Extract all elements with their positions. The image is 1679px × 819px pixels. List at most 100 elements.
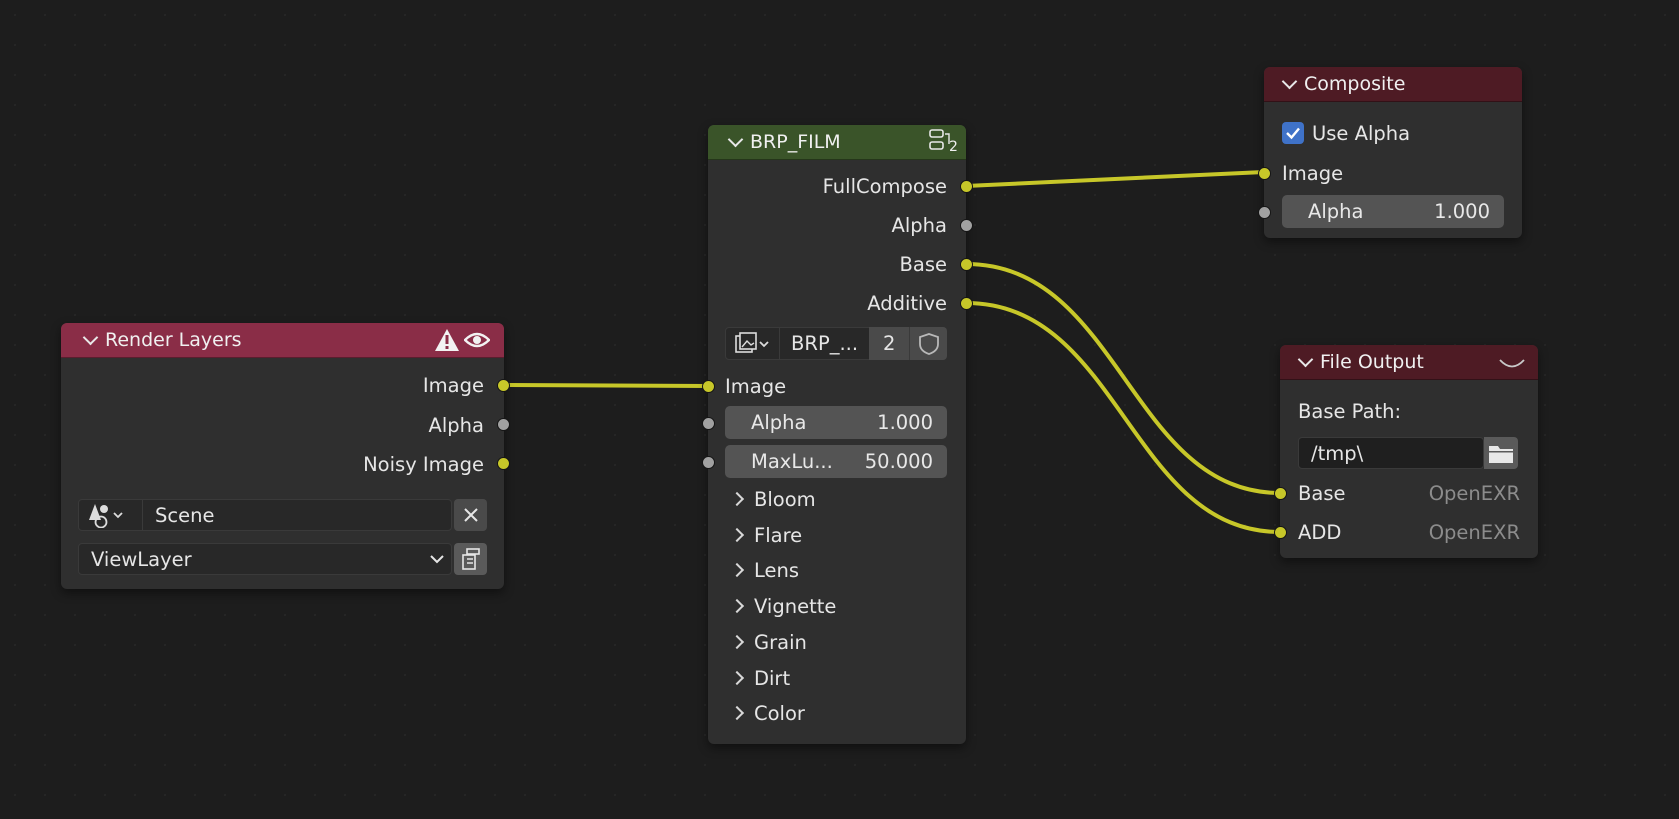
node-title: File Output xyxy=(1320,351,1424,373)
view-layer-dropdown[interactable]: ViewLayer xyxy=(78,543,452,575)
panel-bloom[interactable]: Bloom xyxy=(729,483,816,515)
node-tree-icon xyxy=(735,331,770,353)
close-icon xyxy=(463,508,478,522)
panel-vignette[interactable]: Vignette xyxy=(729,590,836,622)
file-output-node[interactable]: File Output Base Path: /tmp\ Base OpenEX… xyxy=(1274,345,1538,558)
output-fullcompose-label: FullCompose xyxy=(822,174,947,198)
browse-node-tree-button[interactable] xyxy=(725,327,780,360)
link-image-to-group xyxy=(502,383,709,388)
input-socket-alpha[interactable] xyxy=(1258,206,1271,219)
input-add-format: OpenEXR xyxy=(1428,520,1520,544)
render-layers-node[interactable]: Render Layers Image Alpha Noisy Image Sc… xyxy=(61,323,510,589)
panel-lens[interactable]: Lens xyxy=(729,554,799,586)
node-title: BRP_FILM xyxy=(750,131,841,153)
chevron-down-icon xyxy=(430,555,444,564)
chevron-right-icon xyxy=(729,491,745,507)
output-socket-alpha[interactable] xyxy=(960,219,973,232)
brp-film-group-node[interactable]: BRP_FILM 2 FullCompose Alpha Base Additi… xyxy=(702,125,973,744)
collapse-toggle-icon[interactable] xyxy=(82,329,99,347)
output-image-label: Image xyxy=(422,373,484,397)
render-layers-header[interactable]: Render Layers xyxy=(61,323,504,358)
output-base-label: Base xyxy=(899,252,947,276)
output-socket-base[interactable] xyxy=(960,258,973,271)
input-socket-image[interactable] xyxy=(1258,167,1271,180)
group-user-count: 2 xyxy=(949,139,958,155)
alpha-value-field[interactable]: Alpha 1.000 xyxy=(725,406,947,439)
input-image-label: Image xyxy=(725,374,787,398)
output-socket-image[interactable] xyxy=(497,379,510,392)
collapse-toggle-icon[interactable] xyxy=(1281,73,1298,91)
scene-name: Scene xyxy=(155,503,215,527)
collapse-toggle-icon[interactable] xyxy=(727,131,744,149)
maxlu-label: MaxLu... xyxy=(751,450,833,473)
clear-scene-button[interactable] xyxy=(454,499,487,531)
input-socket-image[interactable] xyxy=(702,380,715,393)
chevron-right-icon xyxy=(729,634,745,650)
input-socket-base[interactable] xyxy=(1274,487,1287,500)
render-layer-button[interactable] xyxy=(454,543,487,575)
node-group-users-icon: 2 xyxy=(927,128,961,156)
preview-toggle-icon[interactable] xyxy=(1498,355,1526,371)
folder-icon xyxy=(1489,446,1513,463)
eye-icon[interactable] xyxy=(464,330,490,350)
shield-icon xyxy=(918,332,939,355)
base-path-label: Base Path: xyxy=(1298,399,1402,423)
output-alpha-label: Alpha xyxy=(891,213,947,237)
node-tree-selector[interactable]: BRP_... 2 xyxy=(725,327,947,360)
collapse-toggle-icon[interactable] xyxy=(1297,351,1314,369)
render-layer-icon xyxy=(461,548,480,570)
alpha-label: Alpha xyxy=(1308,200,1364,223)
maxlu-value: 50.000 xyxy=(864,450,933,473)
panel-color[interactable]: Color xyxy=(729,697,805,729)
fake-user-button[interactable] xyxy=(909,327,947,360)
input-socket-alpha[interactable] xyxy=(702,417,715,430)
composite-header[interactable]: Composite xyxy=(1264,67,1522,102)
node-title: Render Layers xyxy=(105,329,242,351)
file-output-header[interactable]: File Output xyxy=(1280,345,1538,380)
chevron-right-icon xyxy=(729,598,745,614)
input-base-format: OpenEXR xyxy=(1428,481,1520,505)
base-path-input[interactable]: /tmp\ xyxy=(1298,437,1484,469)
link-additive-to-file-output xyxy=(965,301,1281,534)
warning-icon xyxy=(435,329,459,351)
alpha-value: 1.000 xyxy=(877,411,933,434)
chevron-right-icon xyxy=(729,670,745,686)
output-socket-additive[interactable] xyxy=(960,297,973,310)
output-noisy-image-label: Noisy Image xyxy=(363,452,484,476)
node-tree-name[interactable]: BRP_... xyxy=(779,327,870,360)
output-socket-fullcompose[interactable] xyxy=(960,180,973,193)
link-fullcompose-to-composite xyxy=(965,170,1265,188)
input-socket-add[interactable] xyxy=(1274,526,1287,539)
brp-film-header[interactable]: BRP_FILM 2 xyxy=(708,125,966,160)
scene-selector[interactable]: Scene xyxy=(78,499,452,531)
link-base-to-file-output xyxy=(965,262,1281,495)
node-tree-user-count[interactable]: 2 xyxy=(869,327,910,360)
alpha-value-field[interactable]: Alpha 1.000 xyxy=(1282,195,1504,228)
input-socket-maxlu[interactable] xyxy=(702,456,715,469)
output-additive-label: Additive xyxy=(867,291,947,315)
browse-folder-button[interactable] xyxy=(1484,437,1518,469)
chevron-right-icon xyxy=(729,527,745,543)
input-image-label: Image xyxy=(1282,161,1344,185)
input-base-label: Base xyxy=(1298,481,1346,505)
base-path-value: /tmp\ xyxy=(1311,441,1364,465)
scene-icon xyxy=(79,500,143,530)
input-add-label: ADD xyxy=(1298,520,1342,544)
composite-node[interactable]: Composite Use Alpha Image Alpha 1.000 xyxy=(1258,67,1522,238)
alpha-label: Alpha xyxy=(751,411,807,434)
panel-dirt[interactable]: Dirt xyxy=(729,662,790,694)
use-alpha-label: Use Alpha xyxy=(1312,121,1411,145)
panel-grain[interactable]: Grain xyxy=(729,626,807,658)
checkmark-icon xyxy=(1286,127,1300,140)
use-alpha-checkbox-row[interactable]: Use Alpha xyxy=(1282,117,1410,149)
chevron-right-icon xyxy=(729,705,745,721)
output-socket-alpha[interactable] xyxy=(497,418,510,431)
panel-flare[interactable]: Flare xyxy=(729,519,802,551)
view-layer-name: ViewLayer xyxy=(91,547,192,571)
chevron-right-icon xyxy=(729,562,745,578)
output-socket-noisy-image[interactable] xyxy=(497,457,510,470)
use-alpha-checkbox[interactable] xyxy=(1282,122,1304,144)
maxlu-value-field[interactable]: MaxLu... 50.000 xyxy=(725,445,947,478)
output-alpha-label: Alpha xyxy=(428,413,484,437)
alpha-value: 1.000 xyxy=(1434,200,1490,223)
